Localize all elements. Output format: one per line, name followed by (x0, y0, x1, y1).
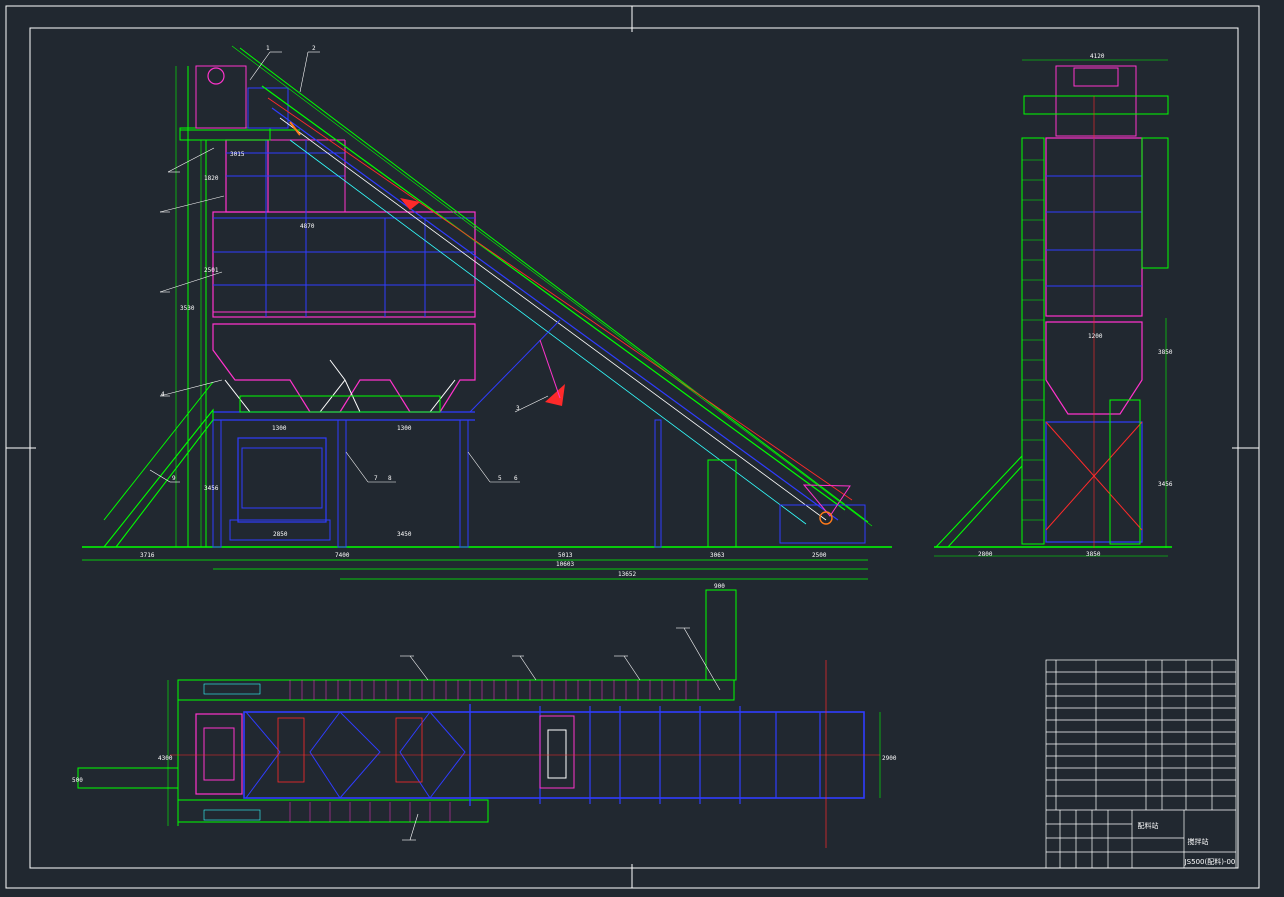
title-block-main-title: 配料站 (1138, 821, 1159, 830)
dim-label: 500 (72, 777, 83, 784)
dim-label: 5013 (558, 552, 573, 559)
dim-label: 10603 (556, 561, 574, 568)
dim-label: 900 (714, 583, 725, 590)
part-callout-label: 8 (388, 475, 392, 482)
side-elevation-view (934, 59, 1172, 557)
dim-label: 13652 (618, 571, 636, 578)
part-callout-label: 1 (266, 45, 270, 52)
dim-label: 4300 (158, 755, 173, 762)
part-callout-label: 5 (498, 475, 502, 482)
title-block (1045, 659, 1237, 869)
dim-label: 3850 (1086, 551, 1101, 558)
dim-label: 2501 (204, 267, 219, 274)
dim-label: 2900 (882, 755, 897, 762)
cad-drawing: 3716 7400 5013 3063 2500 10603 13652 130… (5, 5, 1260, 889)
dim-label: 2500 (812, 552, 827, 559)
part-callout-label: 7 (374, 475, 378, 482)
dim-label: 3716 (140, 552, 155, 559)
side-ladder-rungs (1022, 159, 1044, 521)
dim-label: 3530 (180, 305, 195, 312)
dim-label: 7400 (335, 552, 350, 559)
dim-label: 2800 (978, 551, 993, 558)
dim-label: 1300 (272, 425, 287, 432)
title-block-drawing-number: JS500(配料)-00 (1184, 857, 1236, 866)
batching-tower (103, 65, 476, 548)
dim-label: 1200 (1088, 333, 1103, 340)
dim-label: 3015 (230, 151, 245, 158)
dim-label: 3456 (1158, 481, 1173, 488)
dim-label: 1300 (397, 425, 412, 432)
dim-label: 2850 (273, 531, 288, 538)
dim-label: 3456 (204, 485, 219, 492)
title-block-subtitle: 搅拌站 (1188, 837, 1209, 846)
part-callout-label: 4 (161, 391, 165, 398)
plan-view (77, 589, 881, 848)
part-callout-label: 3 (516, 405, 520, 412)
part-callout-label: 2 (312, 45, 316, 52)
dim-label: 3063 (710, 552, 725, 559)
dim-label: 3450 (397, 531, 412, 538)
front-dimension-lines (82, 45, 873, 580)
dim-label: 4120 (1090, 53, 1105, 60)
dim-label: 1820 (204, 175, 219, 182)
dim-label: 3850 (1158, 349, 1173, 356)
part-callout-label: 9 (172, 475, 176, 482)
part-callout-label: 6 (514, 475, 518, 482)
front-elevation-view: 3716 7400 5013 3063 2500 10603 13652 130… (82, 45, 892, 580)
dim-label: 4870 (300, 223, 315, 230)
plan-handrail-hatch (289, 680, 699, 822)
